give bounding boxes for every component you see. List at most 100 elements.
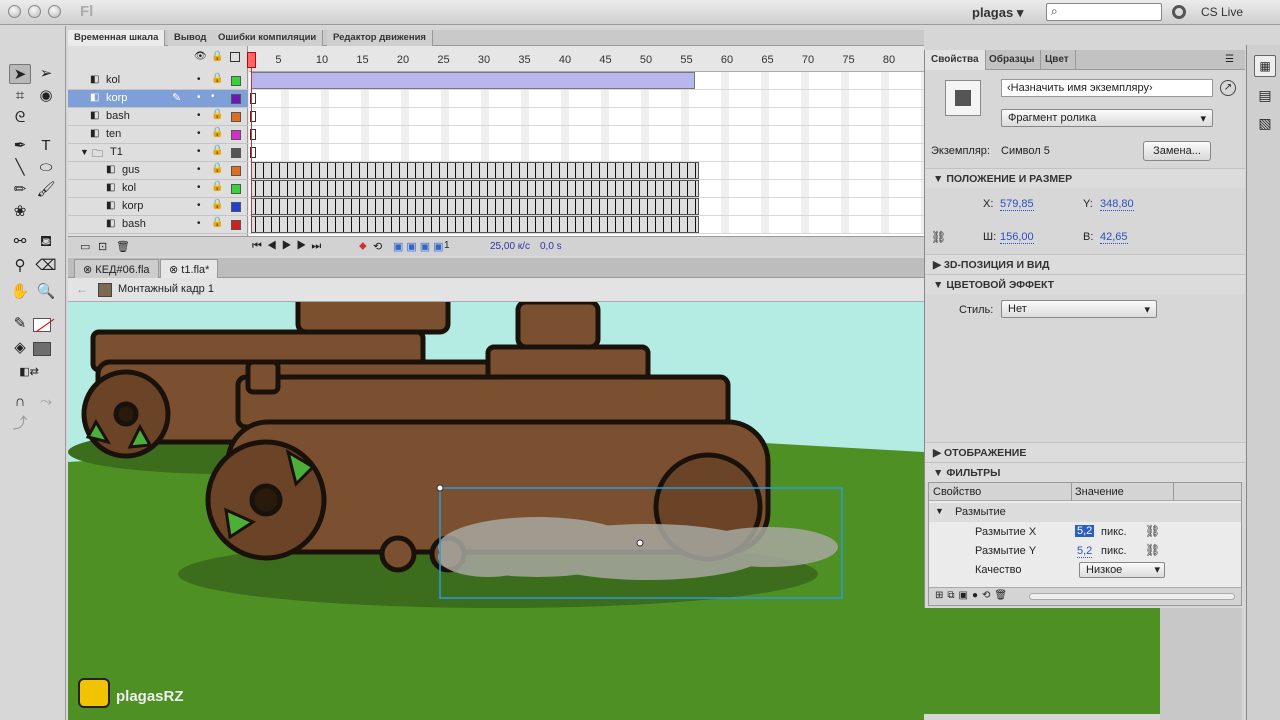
layer-row[interactable]: ◧ korp ✎ • • bbox=[68, 90, 248, 108]
section-display[interactable]: ▶ ОТОБРАЖЕНИЕ bbox=[925, 442, 1245, 462]
blur-x-value[interactable]: 5,2 bbox=[1075, 525, 1095, 537]
x-value[interactable]: 579,85 bbox=[1000, 198, 1034, 211]
frame-row[interactable] bbox=[249, 108, 924, 126]
frame-row[interactable] bbox=[249, 90, 924, 108]
keyframe-sequence[interactable] bbox=[251, 162, 699, 179]
subselection-tool-icon[interactable]: ➢ bbox=[35, 64, 57, 84]
layer-outline-color[interactable] bbox=[231, 166, 241, 176]
tab-motion-editor[interactable]: Редактор движения bbox=[327, 30, 433, 46]
new-layer-icon[interactable]: ▭ bbox=[80, 240, 90, 253]
section-color-effect[interactable]: ▼ ЦВЕТОВОЙ ЭФФЕКТ bbox=[925, 274, 1245, 294]
properties-panel-icon[interactable]: ▦ bbox=[1254, 55, 1276, 77]
layer-row[interactable]: ▼ 🗀 T1 • 🔒 bbox=[68, 144, 248, 162]
fill-color-swatch[interactable] bbox=[33, 342, 51, 356]
free-transform-tool-icon[interactable]: ⌗ bbox=[9, 86, 31, 106]
close-icon[interactable]: ⊗ bbox=[169, 264, 178, 276]
hand-tool-icon[interactable]: ✋ bbox=[9, 282, 31, 302]
elapsed-time[interactable]: 0,0 s bbox=[540, 241, 562, 252]
code-snippet-icon[interactable]: ↗ bbox=[1220, 80, 1236, 96]
library-panel-icon[interactable]: ▤ bbox=[1254, 85, 1276, 107]
swatches-panel-icon[interactable]: ▧ bbox=[1254, 113, 1276, 135]
layer-outline-color[interactable] bbox=[231, 220, 241, 230]
frame-ruler[interactable]: 15101520253035404550556065707580 bbox=[249, 46, 924, 72]
visibility-toggle[interactable]: • bbox=[197, 128, 201, 139]
line-tool-icon[interactable]: ╲ bbox=[9, 158, 31, 178]
paint-bucket-tool-icon[interactable]: ⛾ bbox=[35, 232, 57, 252]
swap-colors-icon[interactable]: ◧⇄ bbox=[18, 362, 40, 382]
eyedropper-tool-icon[interactable]: ⚲ bbox=[9, 256, 31, 276]
tab-document-1[interactable]: ⊗ КЕД#06.fla bbox=[74, 259, 159, 278]
smooth-icon[interactable]: ⤳ bbox=[35, 392, 57, 412]
eye-icon[interactable]: 👁 bbox=[194, 51, 207, 62]
selection-tool-icon[interactable]: ➤ bbox=[9, 64, 31, 84]
frame-row[interactable] bbox=[249, 144, 924, 162]
horizontal-scrollbar[interactable] bbox=[1029, 593, 1235, 600]
tab-output[interactable]: Вывод bbox=[168, 30, 214, 46]
swap-symbol-button[interactable]: Замена... bbox=[1143, 141, 1211, 161]
section-filters[interactable]: ▼ ФИЛЬТРЫ bbox=[925, 462, 1245, 482]
symbol-type-select[interactable]: Фрагмент ролика ▾ bbox=[1001, 109, 1213, 127]
height-value[interactable]: 42,65 bbox=[1100, 231, 1128, 244]
width-value[interactable]: 156,00 bbox=[1000, 231, 1034, 244]
eraser-tool-icon[interactable]: ⌫ bbox=[35, 256, 57, 276]
visibility-toggle[interactable]: • bbox=[197, 218, 201, 229]
frame-row[interactable] bbox=[249, 216, 924, 234]
visibility-toggle[interactable]: • bbox=[197, 200, 201, 211]
layer-outline-color[interactable] bbox=[231, 184, 241, 194]
y-value[interactable]: 348,80 bbox=[1100, 198, 1134, 211]
layer-outline-color[interactable] bbox=[231, 76, 241, 86]
minimize-window-button[interactable] bbox=[28, 5, 41, 18]
frame-row[interactable] bbox=[249, 162, 924, 180]
visibility-toggle[interactable]: • bbox=[197, 146, 201, 157]
layer-row[interactable]: ◧ ten • 🔒 bbox=[68, 126, 248, 144]
zoom-window-button[interactable] bbox=[48, 5, 61, 18]
add-filter-icon[interactable]: ⊞⧉▣●⟲🗑 bbox=[935, 590, 1011, 601]
back-arrow-icon[interactable]: ← bbox=[76, 282, 88, 296]
visibility-toggle[interactable]: • bbox=[197, 182, 201, 193]
cs-live-label[interactable]: CS Live bbox=[1201, 5, 1243, 19]
straighten-icon[interactable]: ⤴ bbox=[9, 414, 31, 434]
lock-toggle[interactable]: 🔒 bbox=[211, 127, 223, 138]
layer-row[interactable]: ◧ kol • 🔒 bbox=[68, 72, 248, 90]
layer-row[interactable]: ◧ bash • 🔒 bbox=[68, 216, 248, 234]
layer-row[interactable]: ◧ korp • 🔒 bbox=[68, 198, 248, 216]
layer-outline-color[interactable] bbox=[231, 94, 241, 104]
lock-icon[interactable]: 🔒 bbox=[211, 51, 223, 62]
tab-properties[interactable]: Свойства bbox=[925, 50, 986, 70]
cs-live-icon[interactable] bbox=[1172, 5, 1186, 19]
fill-color-icon[interactable]: ◈ bbox=[9, 338, 31, 358]
frames-area[interactable]: 15101520253035404550556065707580 bbox=[249, 46, 924, 236]
tab-document-2[interactable]: ⊗ t1.fla* bbox=[160, 259, 219, 278]
keyframe-sequence[interactable] bbox=[251, 216, 699, 233]
workspace-switcher[interactable]: plagas ▾ bbox=[972, 5, 1023, 21]
loop-icon[interactable]: ⟲ bbox=[373, 240, 382, 253]
zoom-tool-icon[interactable]: 🔍 bbox=[35, 282, 57, 302]
visibility-toggle[interactable]: • bbox=[197, 164, 201, 175]
center-frame-icon[interactable]: ⬥ bbox=[359, 240, 367, 253]
lock-toggle[interactable]: 🔒 bbox=[211, 73, 223, 84]
tab-color[interactable]: Цвет bbox=[1039, 50, 1076, 70]
visibility-toggle[interactable]: • bbox=[197, 110, 201, 121]
lock-toggle[interactable]: 🔒 bbox=[211, 199, 223, 210]
help-search-input[interactable]: ⌕ bbox=[1046, 3, 1162, 21]
motion-tween-span[interactable] bbox=[251, 72, 695, 89]
oval-tool-icon[interactable]: ⬭ bbox=[35, 158, 57, 178]
layer-outline-color[interactable] bbox=[231, 148, 241, 158]
new-folder-icon[interactable]: ⊡ bbox=[98, 240, 107, 253]
stage-canvas[interactable]: plagasRZ bbox=[68, 302, 924, 720]
lock-toggle[interactable]: 🔒 bbox=[211, 145, 223, 156]
chevron-down-icon[interactable]: ▼ bbox=[80, 147, 89, 157]
keyframe-sequence[interactable] bbox=[251, 198, 699, 215]
text-tool-icon[interactable]: T bbox=[35, 136, 57, 156]
pen-tool-icon[interactable]: ✒ bbox=[9, 136, 31, 156]
column-header-property[interactable]: Свойство bbox=[933, 486, 981, 498]
delete-layer-icon[interactable]: 🗑 bbox=[116, 240, 130, 253]
frame-row[interactable] bbox=[249, 180, 924, 198]
layer-outline-color[interactable] bbox=[231, 112, 241, 122]
layer-outline-color[interactable] bbox=[231, 202, 241, 212]
layer-outline-color[interactable] bbox=[231, 130, 241, 140]
link-values-icon[interactable]: ⛓ bbox=[1145, 524, 1160, 538]
lasso-tool-icon[interactable]: ᘓ bbox=[9, 108, 31, 128]
playhead-line[interactable] bbox=[251, 54, 252, 230]
lock-toggle[interactable]: • bbox=[211, 91, 215, 102]
